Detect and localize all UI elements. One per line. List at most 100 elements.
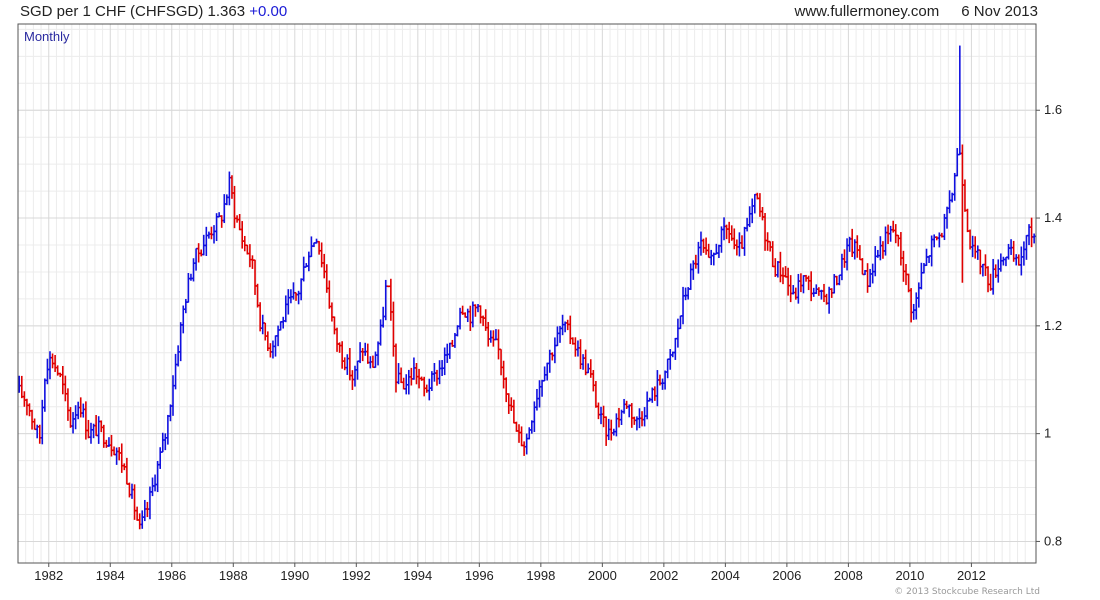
ohlc-bar [1030,217,1034,248]
ohlc-bar [127,482,131,498]
ohlc-bar [727,221,731,244]
ohlc-bar [750,198,754,224]
ohlc-bar [958,45,962,156]
ohlc-bar [643,407,647,427]
ohlc-bar [719,226,723,253]
ohlc-bar [404,374,408,395]
x-tick-label: 2008 [834,568,863,583]
ohlc-bar [743,226,747,256]
ohlc-bar [881,241,885,259]
ohlc-bar [604,416,608,446]
x-tick-label: 1982 [34,568,63,583]
y-tick-label: 1.4 [1044,210,1062,225]
ohlc-bar [689,263,693,290]
ohlc-bar [143,499,147,522]
ohlc-bar [650,387,654,403]
ohlc-bar [227,171,231,206]
y-tick-label: 0.8 [1044,533,1062,548]
ohlc-bar [981,263,985,277]
x-tick-label: 2004 [711,568,740,583]
ohlc-bar [181,305,185,334]
ohlc-bar [51,353,55,369]
ohlc-bar [435,369,439,386]
ohlc-bar [220,215,224,228]
ohlc-bar [766,232,770,251]
ohlc-bar [858,245,862,261]
ohlc-bar [289,289,293,304]
ohlc-bar [235,215,239,223]
ohlc-bar [266,331,270,352]
ohlc-bar [197,243,201,263]
ohlc-bar [504,377,508,403]
x-tick-label: 1998 [526,568,555,583]
ohlc-bar [389,278,393,321]
ohlc-bar [204,226,208,256]
ohlc-bar [343,357,347,371]
ohlc-bar [189,273,193,281]
period-label: Monthly [24,29,70,44]
ohlc-bar [620,409,624,426]
ohlc-bar [327,280,331,309]
ohlc-bar [450,339,454,347]
ohlc-bar [320,242,324,268]
ohlc-bar [81,403,85,418]
ohlc-bar [681,286,685,325]
y-tick-label: 1.6 [1044,102,1062,117]
ohlc-bar [989,273,993,291]
ohlc-bar [789,275,793,303]
ohlc-bar [489,330,493,343]
x-tick-label: 1994 [403,568,432,583]
ohlc-bar [466,308,470,323]
ohlc-bar [304,263,308,268]
ohlc-bar [589,359,593,378]
ohlc-bar [1032,233,1036,244]
ohlc-bar [381,306,385,328]
ohlc-bar [1027,224,1031,246]
ohlc-bar [281,316,285,329]
ohlc-bar [919,262,923,290]
ohlc-bar [973,236,977,259]
ohlc-bar [566,319,570,331]
ohlc-bar [550,352,554,361]
ohlc-bar [558,325,562,343]
x-tick-label: 2002 [649,568,678,583]
ohlc-bar [842,249,846,268]
ohlc-bar [481,315,485,327]
ohlc-bar [573,337,577,357]
ohlc-bar [835,275,839,286]
ohlc-bar [243,235,247,252]
ohlc-bar [804,274,808,282]
ohlc-bars [17,45,1036,530]
ohlc-bar [612,428,616,436]
copyright-credit: © 2013 Stockcube Research Ltd [894,587,1040,597]
ohlc-bar [386,285,390,288]
ohlc-bar [250,255,254,269]
ohlc-bar [1019,246,1023,276]
ohlc-bar [735,239,739,256]
x-tick-label: 2012 [957,568,986,583]
ohlc-bar [866,263,870,293]
ohlc-bar [58,372,62,378]
x-tick-label: 2010 [895,568,924,583]
ohlc-bar [912,303,916,320]
y-tick-label: 1 [1044,426,1051,441]
ohlc-bar [497,329,501,360]
ohlc-bar [112,446,116,456]
y-tick-label: 1.2 [1044,318,1062,333]
ohlc-bar [373,351,377,369]
ohlc-bar [212,225,216,244]
ohlc-bar [850,228,854,257]
ohlc-bar [712,252,716,266]
ohlc-bar [158,447,162,469]
x-tick-label: 1992 [342,568,371,583]
ohlc-bar [596,402,600,420]
ohlc-bar [258,302,262,332]
ohlc-bar [66,388,70,421]
ohlc-bar [673,337,677,360]
ohlc-bar [366,343,370,364]
ohlc-bar [335,327,339,352]
ohlc-bar [97,416,101,444]
ohlc-bar [1004,256,1008,267]
ohlc-bar [27,403,31,417]
ohlc-bar [297,290,301,305]
